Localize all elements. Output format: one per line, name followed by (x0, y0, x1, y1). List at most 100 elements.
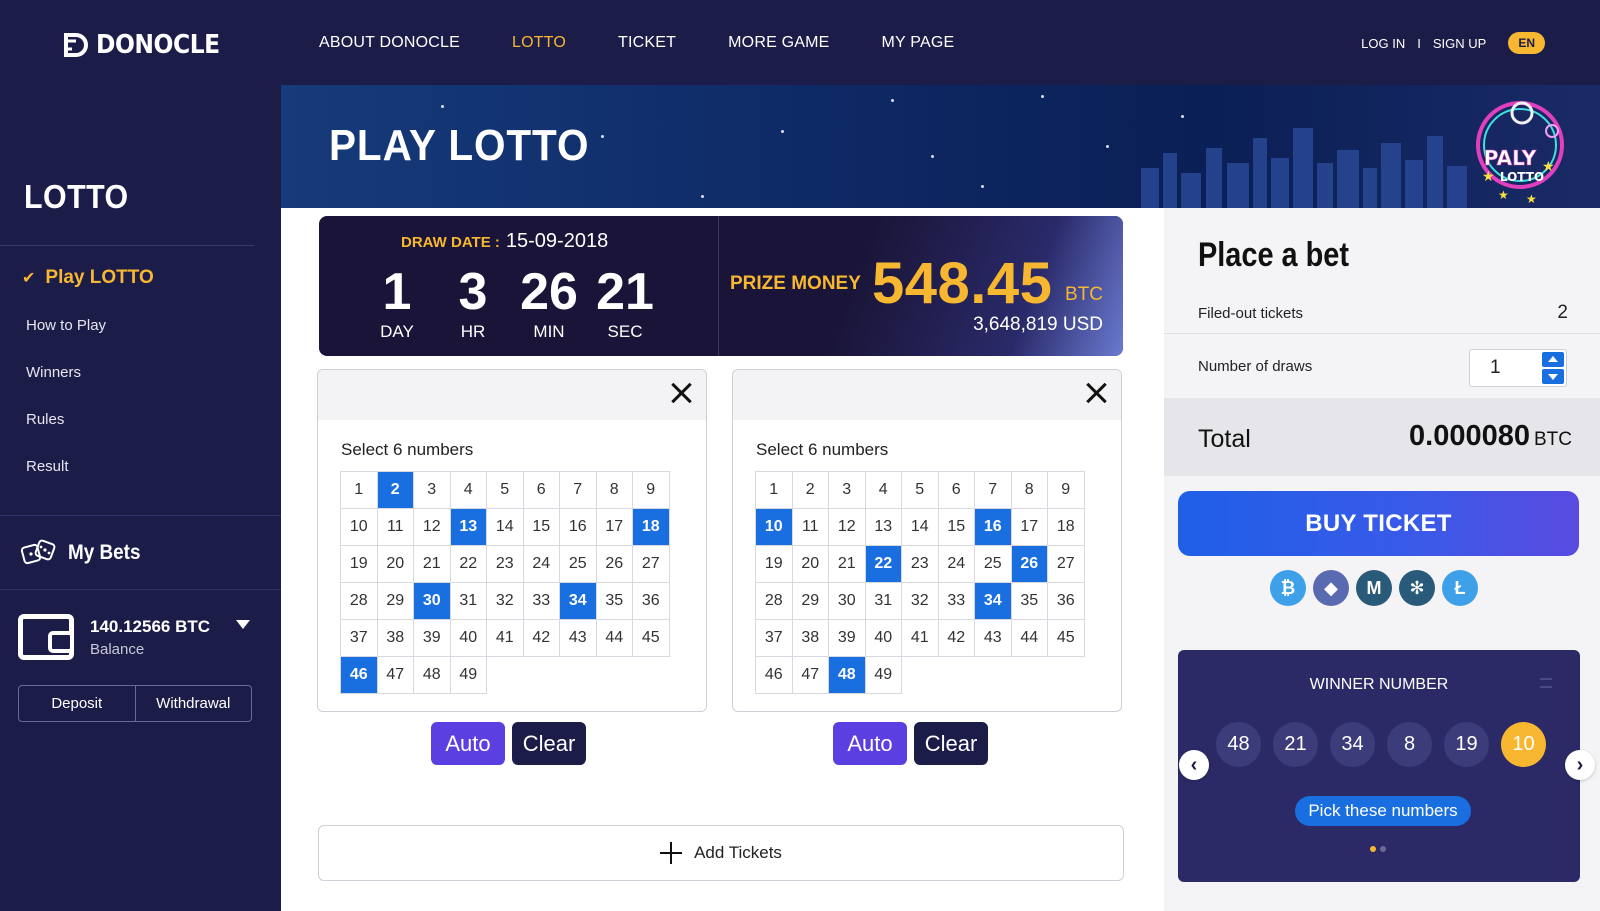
close-icon[interactable] (1083, 380, 1109, 406)
signup-link[interactable]: SIGN UP (1433, 36, 1486, 51)
number-cell[interactable]: 15 (523, 509, 560, 546)
number-cell[interactable]: 9 (1048, 472, 1085, 509)
number-cell[interactable]: 4 (450, 472, 487, 509)
sidebar-item-how-to-play[interactable]: How to Play (0, 302, 281, 349)
carousel-dot[interactable] (1370, 846, 1376, 852)
number-cell[interactable]: 47 (792, 657, 829, 694)
number-cell[interactable]: 20 (792, 546, 829, 583)
number-cell[interactable]: 37 (341, 620, 378, 657)
number-cell[interactable]: 5 (902, 472, 939, 509)
add-tickets-button[interactable]: Add Tickets (318, 825, 1124, 881)
language-button[interactable]: EN (1508, 32, 1545, 54)
number-cell[interactable]: 12 (829, 509, 866, 546)
number-cell[interactable]: 29 (792, 583, 829, 620)
number-cell[interactable]: 20 (377, 546, 414, 583)
number-cell[interactable]: 35 (1011, 583, 1048, 620)
number-cell[interactable]: 35 (596, 583, 633, 620)
number-cell[interactable]: 18 (1048, 509, 1085, 546)
ethereum-icon[interactable]: ◆ (1313, 570, 1349, 606)
number-cell[interactable]: 22 (450, 546, 487, 583)
clear-button[interactable]: Clear (512, 722, 586, 765)
litecoin-icon[interactable]: Ł (1442, 570, 1478, 606)
number-cell[interactable]: 23 (487, 546, 524, 583)
sidebar-item-play-lotto[interactable]: ✔ Play LOTTO (0, 262, 281, 294)
sidebar-item-rules[interactable]: Rules (0, 396, 281, 443)
number-cell[interactable]: 39 (829, 620, 866, 657)
number-cell[interactable]: 26 (1011, 546, 1048, 583)
number-cell[interactable]: 16 (975, 509, 1012, 546)
number-cell[interactable]: 34 (560, 583, 597, 620)
number-cell[interactable]: 46 (756, 657, 793, 694)
number-cell[interactable]: 19 (756, 546, 793, 583)
login-link[interactable]: LOG IN (1361, 36, 1405, 51)
number-cell[interactable]: 7 (560, 472, 597, 509)
withdrawal-button[interactable]: Withdrawal (136, 686, 252, 721)
number-cell[interactable]: 19 (341, 546, 378, 583)
number-cell[interactable]: 5 (487, 472, 524, 509)
number-cell[interactable]: 8 (1011, 472, 1048, 509)
number-cell[interactable]: 27 (1048, 546, 1085, 583)
auto-button[interactable]: Auto (431, 722, 505, 765)
number-cell[interactable]: 13 (450, 509, 487, 546)
number-cell[interactable]: 41 (902, 620, 939, 657)
sidebar-item-winners[interactable]: Winners (0, 349, 281, 396)
number-cell[interactable]: 38 (377, 620, 414, 657)
draws-stepper[interactable]: 1 (1469, 349, 1567, 387)
ripple-icon[interactable]: ✻ (1399, 570, 1435, 606)
buy-ticket-button[interactable]: BUY TICKET (1178, 491, 1579, 556)
nav-my-page[interactable]: MY PAGE (882, 34, 955, 52)
my-bets[interactable]: My Bets (0, 515, 281, 590)
clear-button[interactable]: Clear (914, 722, 988, 765)
number-cell[interactable]: 43 (975, 620, 1012, 657)
number-cell[interactable]: 28 (341, 583, 378, 620)
number-cell[interactable]: 36 (1048, 583, 1085, 620)
number-cell[interactable]: 13 (865, 509, 902, 546)
number-cell[interactable]: 6 (938, 472, 975, 509)
number-cell[interactable]: 23 (902, 546, 939, 583)
carousel-prev-button[interactable]: ‹ (1179, 750, 1209, 780)
number-cell[interactable]: 6 (523, 472, 560, 509)
number-cell[interactable]: 24 (938, 546, 975, 583)
nav-lotto[interactable]: LOTTO (512, 34, 566, 52)
sidebar-item-result[interactable]: Result (0, 443, 281, 490)
number-cell[interactable]: 10 (341, 509, 378, 546)
number-cell[interactable]: 44 (1011, 620, 1048, 657)
number-cell[interactable]: 22 (865, 546, 902, 583)
number-cell[interactable]: 45 (1048, 620, 1085, 657)
number-cell[interactable]: 33 (938, 583, 975, 620)
number-cell[interactable]: 21 (829, 546, 866, 583)
number-cell[interactable]: 16 (560, 509, 597, 546)
pick-numbers-button[interactable]: Pick these numbers (1295, 796, 1471, 826)
number-cell[interactable]: 42 (938, 620, 975, 657)
logo[interactable]: DONOCLE (62, 30, 233, 60)
number-cell[interactable]: 8 (596, 472, 633, 509)
number-cell[interactable]: 33 (523, 583, 560, 620)
monero-icon[interactable]: M (1356, 570, 1392, 606)
number-cell[interactable]: 46 (341, 657, 378, 694)
number-cell[interactable]: 17 (1011, 509, 1048, 546)
number-cell[interactable]: 12 (414, 509, 451, 546)
auto-button[interactable]: Auto (833, 722, 907, 765)
number-cell[interactable]: 44 (596, 620, 633, 657)
number-cell[interactable]: 38 (792, 620, 829, 657)
caret-down-icon[interactable] (236, 620, 250, 629)
draws-value[interactable]: 1 (1470, 350, 1540, 386)
number-cell[interactable]: 48 (829, 657, 866, 694)
number-cell[interactable]: 9 (633, 472, 670, 509)
number-cell[interactable]: 17 (596, 509, 633, 546)
nav-ticket[interactable]: TICKET (618, 34, 676, 52)
number-cell[interactable]: 18 (633, 509, 670, 546)
number-cell[interactable]: 34 (975, 583, 1012, 620)
number-cell[interactable]: 4 (865, 472, 902, 509)
number-cell[interactable]: 25 (560, 546, 597, 583)
number-cell[interactable]: 30 (414, 583, 451, 620)
number-cell[interactable]: 21 (414, 546, 451, 583)
number-cell[interactable]: 14 (902, 509, 939, 546)
number-cell[interactable]: 48 (414, 657, 451, 694)
number-cell[interactable]: 30 (829, 583, 866, 620)
number-cell[interactable]: 2 (377, 472, 414, 509)
number-cell[interactable]: 32 (902, 583, 939, 620)
nav-more-game[interactable]: MORE GAME (728, 34, 829, 52)
deposit-button[interactable]: Deposit (19, 686, 136, 721)
number-cell[interactable]: 36 (633, 583, 670, 620)
